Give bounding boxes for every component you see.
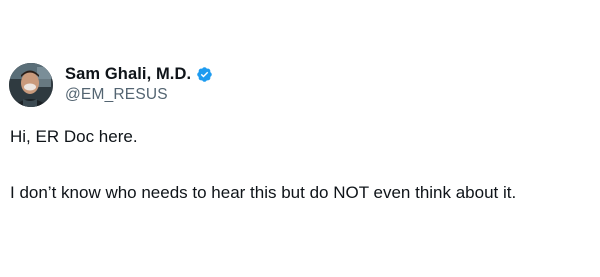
avatar-photo-icon xyxy=(9,63,53,107)
author-avatar[interactable] xyxy=(9,63,53,107)
author-display-name[interactable]: Sam Ghali, M.D. xyxy=(65,65,191,84)
author-info: Sam Ghali, M.D. @EM_RESUS xyxy=(65,63,213,104)
tweet-card: Sam Ghali, M.D. @EM_RESUS Hi, ER Doc her… xyxy=(0,0,600,277)
tweet-text-line: I don’t know who needs to hear this but … xyxy=(10,183,517,202)
author-name-row: Sam Ghali, M.D. xyxy=(65,63,213,85)
verified-badge-icon xyxy=(196,66,213,83)
author-handle[interactable]: @EM_RESUS xyxy=(65,86,213,104)
tweet-text-line: Hi, ER Doc here. xyxy=(10,127,138,146)
